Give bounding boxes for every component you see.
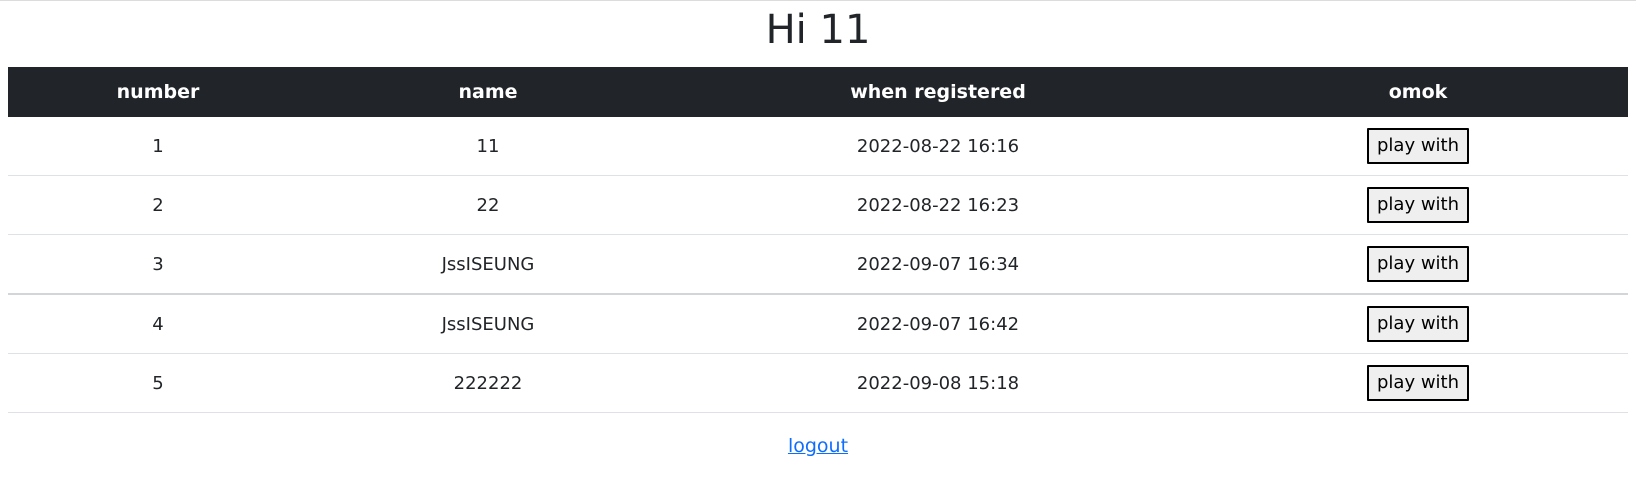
table-body: 1 11 2022-08-22 16:16 play with 2 22 202… <box>8 117 1628 413</box>
table-row: 4 JssISEUNG 2022-09-07 16:42 play with <box>8 294 1628 354</box>
play-with-button[interactable]: play with <box>1366 365 1470 401</box>
cell-omok: play with <box>1208 353 1628 413</box>
cell-omok: play with <box>1208 294 1628 354</box>
table-row: 3 JssISEUNG 2022-09-07 16:34 play with <box>8 234 1628 295</box>
table-header-row: number name when registered omok <box>8 67 1628 117</box>
logout-link[interactable]: logout <box>788 435 848 457</box>
users-table: number name when registered omok 1 11 20… <box>8 67 1628 413</box>
cell-registered: 2022-08-22 16:16 <box>668 117 1208 176</box>
column-header-name: name <box>308 67 668 117</box>
column-header-number: number <box>8 67 308 117</box>
table-row: 5 222222 2022-09-08 15:18 play with <box>8 353 1628 413</box>
cell-omok: play with <box>1208 175 1628 235</box>
cell-number: 1 <box>8 117 308 176</box>
cell-registered: 2022-09-07 16:34 <box>668 234 1208 295</box>
cell-omok: play with <box>1208 234 1628 295</box>
cell-name: 22 <box>308 175 668 235</box>
cell-number: 2 <box>8 175 308 235</box>
cell-registered: 2022-08-22 16:23 <box>668 175 1208 235</box>
table-header: number name when registered omok <box>8 67 1628 117</box>
table-row: 2 22 2022-08-22 16:23 play with <box>8 175 1628 235</box>
footer: logout <box>0 435 1636 457</box>
table-row: 1 11 2022-08-22 16:16 play with <box>8 117 1628 176</box>
column-header-when-registered: when registered <box>668 67 1208 117</box>
cell-name: 11 <box>308 117 668 176</box>
column-header-omok: omok <box>1208 67 1628 117</box>
page-title: Hi 11 <box>765 7 871 53</box>
play-with-button[interactable]: play with <box>1366 128 1470 164</box>
play-with-button[interactable]: play with <box>1366 187 1470 223</box>
cell-number: 4 <box>8 294 308 354</box>
cell-number: 3 <box>8 234 308 295</box>
cell-number: 5 <box>8 353 308 413</box>
cell-registered: 2022-09-08 15:18 <box>668 353 1208 413</box>
cell-name: JssISEUNG <box>308 294 668 354</box>
cell-name: 222222 <box>308 353 668 413</box>
play-with-button[interactable]: play with <box>1366 246 1470 282</box>
cell-registered: 2022-09-07 16:42 <box>668 294 1208 354</box>
users-table-container: number name when registered omok 1 11 20… <box>8 67 1628 413</box>
cell-name: JssISEUNG <box>308 234 668 295</box>
cell-omok: play with <box>1208 117 1628 176</box>
play-with-button[interactable]: play with <box>1366 306 1470 342</box>
